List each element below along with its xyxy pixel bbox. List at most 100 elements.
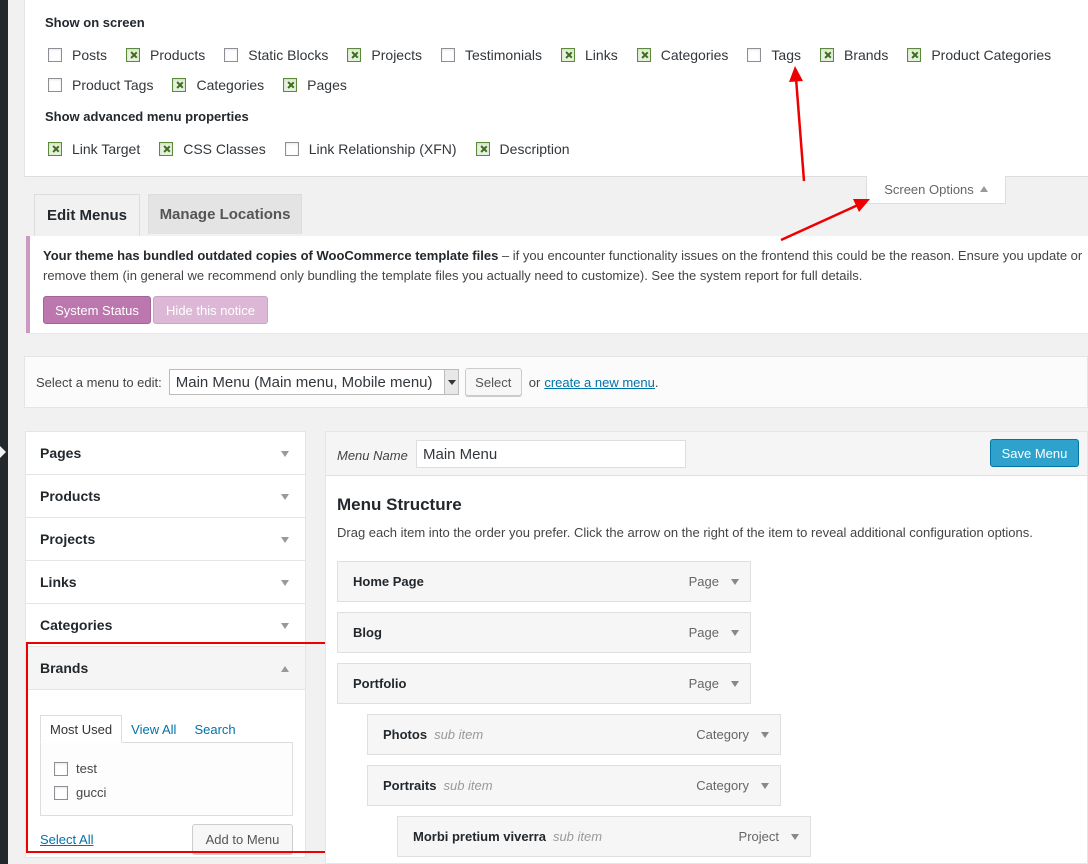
brand-label: test (76, 761, 97, 776)
menu-select-dropdown[interactable]: Main Menu (Main menu, Mobile menu) (168, 369, 459, 395)
option-product-categories[interactable]: Product Categories (907, 47, 1051, 63)
hide-notice-button[interactable]: Hide this notice (153, 296, 268, 324)
screen-options-toggle[interactable]: Screen Options (866, 176, 1006, 204)
option-static-blocks[interactable]: Static Blocks (224, 47, 328, 63)
save-menu-button[interactable]: Save Menu (990, 439, 1079, 467)
checkbox[interactable] (747, 48, 762, 62)
menu-name-input[interactable]: Main Menu (416, 440, 686, 468)
menu-item-title: Morbi pretium viverra (413, 829, 546, 844)
accordion-categories[interactable]: Categories (26, 604, 305, 647)
option-posts[interactable]: Posts (48, 47, 107, 63)
menu-item[interactable]: Portfolio Page (337, 663, 751, 704)
caret-down-icon[interactable] (731, 579, 739, 585)
option-link-target[interactable]: Link Target (48, 141, 140, 157)
create-new-menu-link[interactable]: create a new menu (544, 375, 655, 390)
checkbox[interactable] (284, 142, 299, 156)
checkbox[interactable] (54, 761, 68, 776)
brand-item-test[interactable]: test (54, 761, 97, 776)
accordion-products[interactable]: Products (26, 475, 305, 518)
option-product-tags[interactable]: Product Tags (48, 77, 153, 93)
option-label: Pages (307, 77, 347, 93)
accordion-brands[interactable]: Brands (26, 647, 305, 690)
caret-down-icon[interactable] (731, 630, 739, 636)
caret-up-icon (979, 186, 988, 192)
menu-structure-description: Drag each item into the order you prefer… (337, 525, 1033, 540)
accordion-title: Products (40, 488, 101, 504)
checkbox[interactable] (636, 48, 651, 62)
option-description[interactable]: Description (475, 141, 570, 157)
option-label: Product Tags (72, 77, 154, 93)
accordion-title: Links (40, 574, 77, 590)
option-pages[interactable]: Pages (283, 77, 347, 93)
select-all-link[interactable]: Select All (40, 832, 93, 847)
menu-item-type: Category (696, 727, 749, 742)
option-categories-2[interactable]: Categories (172, 77, 264, 93)
option-links[interactable]: Links (561, 47, 618, 63)
option-label: Categories (196, 77, 265, 93)
checkbox[interactable] (224, 48, 239, 62)
accordion-title: Categories (40, 617, 113, 633)
checkbox[interactable] (126, 48, 141, 62)
option-testimonials[interactable]: Testimonials (440, 47, 543, 63)
brand-item-gucci[interactable]: gucci (54, 785, 106, 800)
tab-view-all[interactable]: View All (122, 715, 185, 743)
checkbox[interactable] (440, 48, 455, 62)
checkbox[interactable] (48, 48, 62, 62)
accordion-projects[interactable]: Projects (26, 518, 305, 561)
period-text: . (654, 374, 659, 390)
menu-item[interactable]: Portraits sub item Category (367, 765, 781, 806)
caret-down-icon[interactable] (761, 732, 769, 738)
tab-search[interactable]: Search (185, 715, 244, 743)
notice-bold-text: Your theme has bundled outdated copies o… (43, 248, 499, 263)
system-status-button[interactable]: System Status (43, 296, 151, 324)
advanced-options-row: Link Target CSS Classes Link Relationshi… (48, 141, 589, 157)
select-button[interactable]: Select (464, 368, 522, 396)
accordion-links[interactable]: Links (26, 561, 305, 604)
notice-text: Your theme has bundled outdated copies o… (43, 246, 1083, 286)
dropdown-arrow-icon (443, 370, 458, 394)
caret-down-icon (281, 451, 289, 457)
checkbox[interactable] (283, 78, 298, 92)
caret-down-icon[interactable] (761, 783, 769, 789)
checkbox[interactable] (48, 142, 62, 156)
screen-options-row-1: Posts Products Static Blocks Projects Te… (48, 47, 1070, 63)
checkbox[interactable] (819, 48, 834, 62)
tab-manage-locations[interactable]: Manage Locations (148, 194, 302, 234)
brands-tabs: Most Used View All Search (40, 715, 245, 743)
option-css-classes[interactable]: CSS Classes (159, 141, 266, 157)
menu-item-title: Portfolio (353, 676, 407, 691)
menu-item[interactable]: Photos sub item Category (367, 714, 781, 755)
checkbox[interactable] (48, 78, 62, 92)
checkbox[interactable] (475, 142, 490, 156)
menu-item[interactable]: Morbi pretium viverra sub item Project (397, 816, 811, 857)
add-to-menu-button[interactable]: Add to Menu (192, 824, 293, 854)
option-categories[interactable]: Categories (636, 47, 728, 63)
tab-most-used[interactable]: Most Used (40, 715, 123, 743)
accordion-pages[interactable]: Pages (26, 432, 305, 475)
select-menu-label: Select a menu to edit: (36, 374, 162, 390)
checkbox[interactable] (159, 142, 174, 156)
option-link-relationship[interactable]: Link Relationship (XFN) (284, 141, 457, 157)
caret-down-icon[interactable] (731, 681, 739, 687)
option-label: Testimonials (464, 47, 543, 63)
checkbox[interactable] (172, 78, 187, 92)
caret-down-icon (281, 580, 289, 586)
menu-item-type: Page (688, 676, 719, 691)
menu-item-title: Home Page (353, 574, 424, 589)
menu-item[interactable]: Home Page Page (337, 561, 751, 602)
option-products[interactable]: Products (126, 47, 205, 63)
caret-down-icon[interactable] (791, 834, 799, 840)
option-projects[interactable]: Projects (347, 47, 422, 63)
checkbox[interactable] (347, 48, 362, 62)
option-tags[interactable]: Tags (747, 47, 801, 63)
checkbox[interactable] (54, 785, 68, 800)
option-label: CSS Classes (183, 141, 266, 157)
option-label: Link Target (72, 141, 141, 157)
tab-edit-menus[interactable]: Edit Menus (34, 194, 140, 236)
admin-sidebar-edge (0, 0, 8, 864)
checkbox[interactable] (907, 48, 922, 62)
checkbox[interactable] (561, 48, 576, 62)
option-brands[interactable]: Brands (819, 47, 888, 63)
menu-item-title: Photos (383, 727, 428, 742)
menu-item[interactable]: Blog Page (337, 612, 751, 653)
